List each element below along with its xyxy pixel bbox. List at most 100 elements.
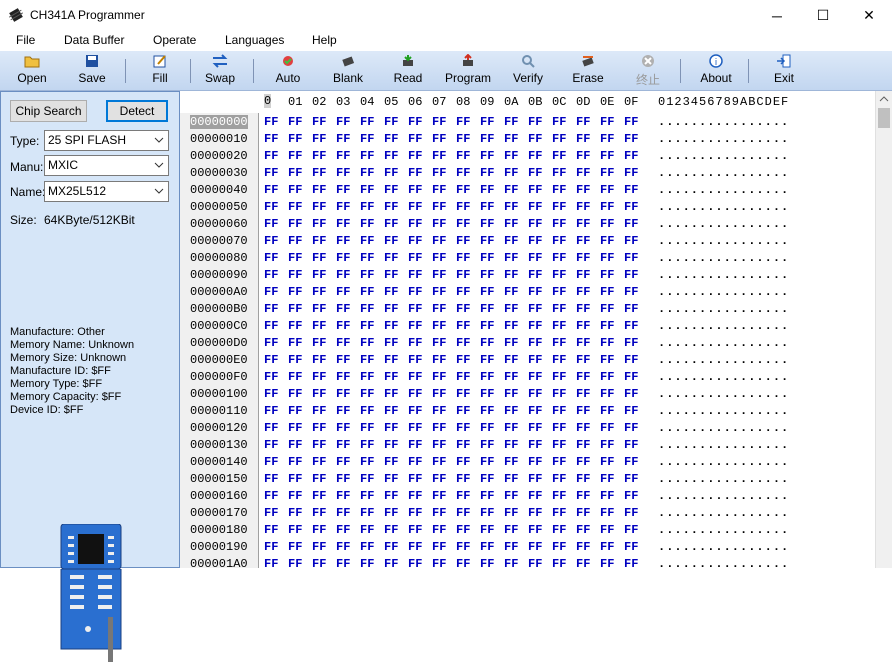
hex-byte[interactable]: FF bbox=[576, 166, 590, 180]
hex-byte[interactable]: FF bbox=[552, 285, 566, 299]
hex-byte[interactable]: FF bbox=[288, 285, 302, 299]
hex-byte[interactable]: FF bbox=[312, 268, 326, 282]
hex-byte[interactable]: FF bbox=[624, 370, 638, 384]
hex-byte[interactable]: FF bbox=[528, 387, 542, 401]
ascii-row[interactable]: ................ bbox=[658, 506, 789, 520]
hex-byte[interactable]: FF bbox=[480, 438, 494, 452]
hex-byte[interactable]: FF bbox=[600, 115, 614, 129]
hex-byte[interactable]: FF bbox=[264, 438, 278, 452]
hex-byte[interactable]: FF bbox=[336, 506, 350, 520]
hex-byte[interactable]: FF bbox=[456, 149, 470, 163]
hex-byte[interactable]: FF bbox=[288, 404, 302, 418]
hex-byte[interactable]: FF bbox=[408, 370, 422, 384]
hex-byte[interactable]: FF bbox=[456, 353, 470, 367]
hex-byte[interactable]: FF bbox=[480, 302, 494, 316]
hex-byte[interactable]: FF bbox=[312, 540, 326, 554]
close-button[interactable]: ✕ bbox=[846, 0, 892, 31]
hex-byte[interactable]: FF bbox=[600, 149, 614, 163]
hex-byte[interactable]: FF bbox=[312, 132, 326, 146]
ascii-row[interactable]: ................ bbox=[658, 523, 789, 537]
hex-byte[interactable]: FF bbox=[312, 506, 326, 520]
hex-byte[interactable]: FF bbox=[432, 234, 446, 248]
hex-byte[interactable]: FF bbox=[480, 251, 494, 265]
hex-byte[interactable]: FF bbox=[288, 370, 302, 384]
hex-byte[interactable]: FF bbox=[600, 557, 614, 571]
hex-byte[interactable]: FF bbox=[504, 540, 518, 554]
hex-byte[interactable]: FF bbox=[552, 166, 566, 180]
hex-byte[interactable]: FF bbox=[528, 200, 542, 214]
hex-byte[interactable]: FF bbox=[480, 234, 494, 248]
hex-byte[interactable]: FF bbox=[264, 353, 278, 367]
hex-byte[interactable]: FF bbox=[264, 285, 278, 299]
hex-byte[interactable]: FF bbox=[528, 455, 542, 469]
hex-byte[interactable]: FF bbox=[384, 268, 398, 282]
hex-byte[interactable]: FF bbox=[456, 285, 470, 299]
hex-byte[interactable]: FF bbox=[312, 200, 326, 214]
hex-byte[interactable]: FF bbox=[552, 370, 566, 384]
hex-byte[interactable]: FF bbox=[576, 557, 590, 571]
hex-byte[interactable]: FF bbox=[264, 404, 278, 418]
ascii-row[interactable]: ................ bbox=[658, 149, 789, 163]
hex-byte[interactable]: FF bbox=[288, 251, 302, 265]
hex-byte[interactable]: FF bbox=[408, 302, 422, 316]
hex-byte[interactable]: FF bbox=[552, 200, 566, 214]
hex-byte[interactable]: FF bbox=[264, 268, 278, 282]
chip-name-select[interactable]: MX25L512 bbox=[44, 181, 169, 202]
hex-byte[interactable]: FF bbox=[624, 438, 638, 452]
hex-byte[interactable]: FF bbox=[504, 421, 518, 435]
hex-byte[interactable]: FF bbox=[312, 438, 326, 452]
ascii-row[interactable]: ................ bbox=[658, 132, 789, 146]
hex-byte[interactable]: FF bbox=[360, 319, 374, 333]
hex-byte[interactable]: FF bbox=[360, 217, 374, 231]
hex-byte[interactable]: FF bbox=[624, 404, 638, 418]
hex-byte[interactable]: FF bbox=[288, 489, 302, 503]
hex-byte[interactable]: FF bbox=[288, 183, 302, 197]
hex-byte[interactable]: FF bbox=[432, 183, 446, 197]
hex-byte[interactable]: FF bbox=[480, 489, 494, 503]
hex-byte[interactable]: FF bbox=[624, 166, 638, 180]
hex-byte[interactable]: FF bbox=[384, 132, 398, 146]
hex-byte[interactable]: FF bbox=[552, 319, 566, 333]
fill-button[interactable]: Fill bbox=[144, 51, 176, 91]
hex-byte[interactable]: FF bbox=[624, 336, 638, 350]
hex-byte[interactable]: FF bbox=[624, 234, 638, 248]
hex-byte[interactable]: FF bbox=[552, 353, 566, 367]
hex-byte[interactable]: FF bbox=[600, 285, 614, 299]
hex-byte[interactable]: FF bbox=[408, 404, 422, 418]
hex-byte[interactable]: FF bbox=[552, 421, 566, 435]
hex-byte[interactable]: FF bbox=[288, 472, 302, 486]
hex-byte[interactable]: FF bbox=[264, 455, 278, 469]
hex-byte[interactable]: FF bbox=[456, 115, 470, 129]
hex-byte[interactable]: FF bbox=[600, 268, 614, 282]
hex-byte[interactable]: FF bbox=[576, 506, 590, 520]
hex-byte[interactable]: FF bbox=[384, 183, 398, 197]
hex-byte[interactable]: FF bbox=[528, 540, 542, 554]
erase-button[interactable]: Erase bbox=[570, 51, 606, 91]
hex-byte[interactable]: FF bbox=[336, 166, 350, 180]
hex-byte[interactable]: FF bbox=[312, 217, 326, 231]
hex-byte[interactable]: FF bbox=[456, 438, 470, 452]
hex-byte[interactable]: FF bbox=[504, 285, 518, 299]
hex-byte[interactable]: FF bbox=[624, 540, 638, 554]
hex-byte[interactable]: FF bbox=[600, 404, 614, 418]
hex-byte[interactable]: FF bbox=[552, 557, 566, 571]
hex-byte[interactable]: FF bbox=[408, 183, 422, 197]
hex-byte[interactable]: FF bbox=[624, 183, 638, 197]
hex-byte[interactable]: FF bbox=[432, 489, 446, 503]
hex-byte[interactable]: FF bbox=[504, 557, 518, 571]
hex-byte[interactable]: FF bbox=[600, 200, 614, 214]
hex-byte[interactable]: FF bbox=[432, 455, 446, 469]
hex-byte[interactable]: FF bbox=[600, 506, 614, 520]
hex-byte[interactable]: FF bbox=[504, 200, 518, 214]
hex-byte[interactable]: FF bbox=[360, 183, 374, 197]
hex-byte[interactable]: FF bbox=[480, 370, 494, 384]
hex-byte[interactable]: FF bbox=[624, 115, 638, 129]
hex-byte[interactable]: FF bbox=[576, 183, 590, 197]
hex-byte[interactable]: FF bbox=[336, 489, 350, 503]
hex-byte[interactable]: FF bbox=[312, 387, 326, 401]
menu-operate[interactable]: Operate bbox=[153, 33, 196, 47]
hex-byte[interactable]: FF bbox=[600, 251, 614, 265]
ascii-row[interactable]: ................ bbox=[658, 472, 789, 486]
hex-byte[interactable]: FF bbox=[432, 149, 446, 163]
hex-byte[interactable]: FF bbox=[384, 421, 398, 435]
